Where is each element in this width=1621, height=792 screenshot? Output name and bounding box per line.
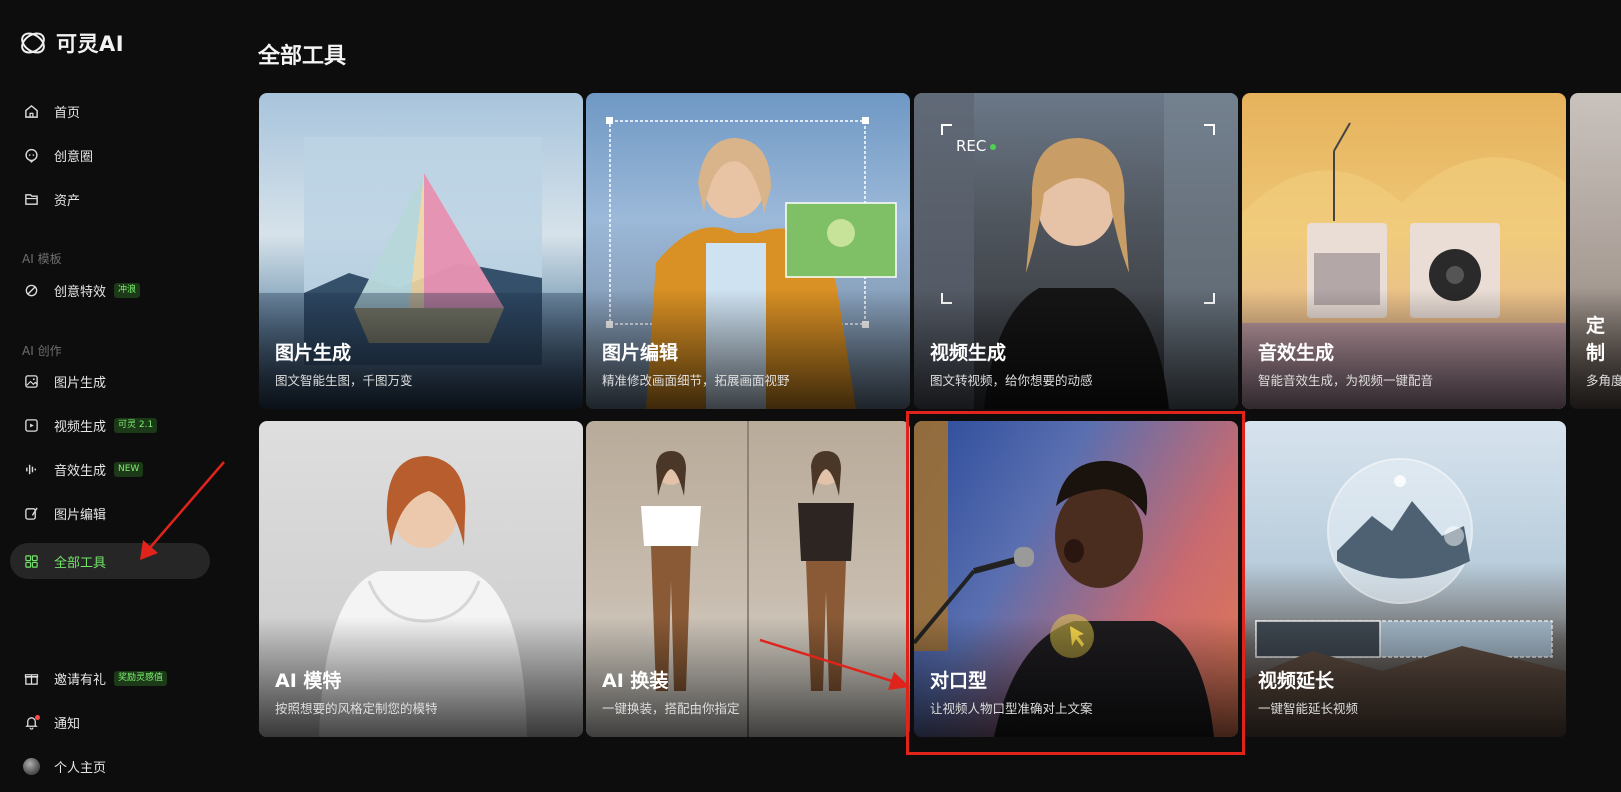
sidebar-item-label: 图片生成 [54, 375, 107, 391]
card-desc: 按照想要的风格定制您的模特 [275, 701, 438, 716]
sidebar-item-all-tools[interactable]: 全部工具 [10, 543, 210, 579]
tool-card-ai-model[interactable]: AI 模特 按照想要的风格定制您的模特 [259, 421, 583, 737]
effects-icon [23, 282, 40, 299]
sidebar-item-notifications[interactable]: 通知 [10, 704, 210, 740]
image-icon [23, 373, 40, 390]
sidebar: 可灵AI 首页 创意圈 资产 AI 模板 创意特效 冲浪 AI 创作 图片生成 [0, 0, 222, 792]
notification-dot [35, 714, 40, 720]
sidebar-item-image-gen[interactable]: 图片生成 [10, 363, 210, 399]
sidebar-item-label: 创意圈 [54, 149, 94, 165]
card-desc: 精准修改画面细节，拓展画面视野 [602, 373, 790, 388]
card-title: 图片生成 [275, 342, 352, 364]
highlight-box [906, 411, 1245, 755]
sidebar-item-label: 通知 [54, 716, 81, 732]
avatar [23, 757, 40, 775]
sidebar-item-label: 图片编辑 [54, 507, 107, 523]
card-desc: 图文转视频，给你想要的动感 [930, 373, 1093, 388]
sidebar-item-label: 全部工具 [54, 555, 107, 571]
card-desc: 智能音效生成，为视频一键配音 [1258, 373, 1434, 388]
card-desc: 多角度 [1586, 373, 1621, 388]
invite-badge: 奖励灵感值 [114, 670, 168, 686]
card-title: 视频延长 [1258, 670, 1335, 692]
card-title: AI 模特 [275, 670, 342, 692]
sidebar-item-assets[interactable]: 资产 [10, 181, 210, 217]
card-desc: 一键智能延长视频 [1258, 701, 1359, 716]
section-title-create: AI 创作 [22, 344, 62, 358]
section-title-templates: AI 模板 [22, 252, 62, 266]
sidebar-item-label: 资产 [54, 193, 81, 209]
gift-icon [23, 670, 40, 687]
sidebar-item-video-gen[interactable]: 视频生成 可灵 2.1 [10, 407, 210, 443]
app-name: 可灵AI [56, 32, 125, 56]
app-logo[interactable]: 可灵AI [18, 28, 124, 58]
sidebar-item-effects[interactable]: 创意特效 冲浪 [10, 272, 210, 308]
tool-card-image-gen[interactable]: 图片生成 图文智能生图，千图万变 [259, 93, 583, 409]
sidebar-item-audio-gen[interactable]: 音效生成 NEW [10, 451, 210, 487]
card-title: 音效生成 [1258, 342, 1335, 364]
video-gen-badge: 可灵 2.1 [114, 417, 158, 433]
tool-card-custom[interactable]: 定制 多角度 [1570, 93, 1621, 409]
sidebar-item-label: 个人主页 [54, 760, 107, 776]
tool-card-image-edit[interactable]: 图片编辑 精准修改画面细节，拓展画面视野 [586, 93, 910, 409]
bell-icon [23, 714, 40, 731]
folder-icon [23, 191, 40, 208]
sidebar-item-profile[interactable]: 个人主页 [10, 748, 210, 784]
logo-icon [21, 32, 45, 54]
video-icon [23, 417, 40, 434]
audio-gen-badge: NEW [114, 461, 144, 477]
chat-bubble-icon [23, 147, 40, 164]
sidebar-item-label: 视频生成 [54, 419, 107, 435]
audio-icon [23, 461, 40, 478]
card-title: 视频生成 [930, 342, 1007, 364]
sidebar-item-home[interactable]: 首页 [10, 93, 210, 129]
page-title: 全部工具 [258, 44, 347, 69]
home-icon [23, 103, 40, 120]
grid-icon [23, 553, 40, 570]
card-desc: 图文智能生图，千图万变 [275, 373, 413, 388]
tool-card-video-gen[interactable]: REC 视频生成 图文转视频，给你想要的动感 [914, 93, 1238, 409]
rec-indicator: REC [956, 137, 997, 155]
sidebar-item-label: 音效生成 [54, 463, 107, 479]
tool-card-ai-outfit[interactable]: AI 换装 一键换装，搭配由你指定 [586, 421, 910, 737]
card-title: 图片编辑 [602, 342, 679, 364]
effects-badge: 冲浪 [114, 282, 141, 298]
sidebar-item-label: 邀请有礼 [54, 672, 107, 688]
image-edit-icon [23, 505, 40, 522]
sidebar-item-label: 首页 [54, 105, 81, 121]
sidebar-item-invite[interactable]: 邀请有礼 奖励灵感值 [10, 660, 210, 696]
tool-card-audio-gen[interactable]: 音效生成 智能音效生成，为视频一键配音 [1242, 93, 1566, 409]
sidebar-item-label: 创意特效 [54, 284, 107, 300]
card-title: AI 换装 [602, 670, 669, 692]
tool-card-video-extend[interactable]: 视频延长 一键智能延长视频 [1242, 421, 1566, 737]
sidebar-item-community[interactable]: 创意圈 [10, 137, 210, 173]
card-desc: 一键换装，搭配由你指定 [602, 701, 740, 716]
sidebar-item-image-edit[interactable]: 图片编辑 [10, 495, 210, 531]
card-title: 定制 [1586, 315, 1606, 364]
